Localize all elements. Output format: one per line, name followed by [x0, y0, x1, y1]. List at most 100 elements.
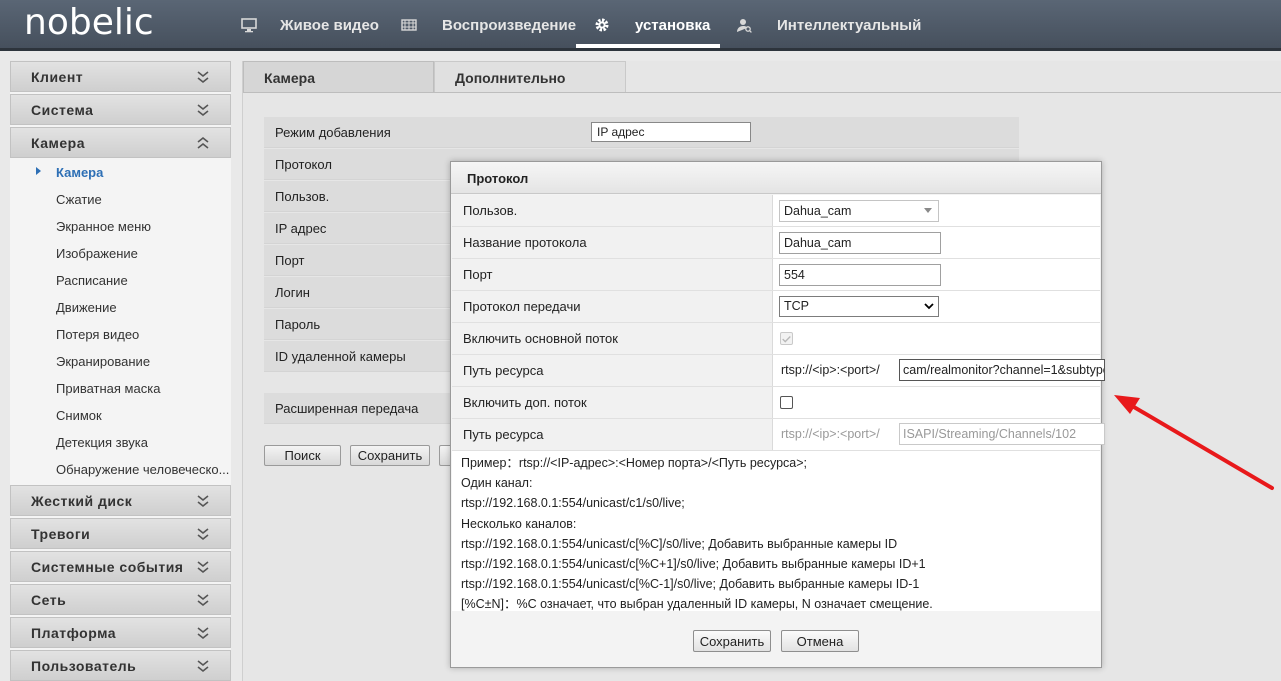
- path-prefix: rtsp://<ip>:<port>/: [781, 363, 880, 377]
- dropdown-arrow-icon: [924, 208, 932, 213]
- transport-value: TCP: [784, 299, 809, 313]
- annotation-arrow-icon: [1114, 395, 1274, 490]
- sidebar-item-privacy-mask[interactable]: Приватная маска: [56, 381, 231, 396]
- row-label: Название протокола: [452, 227, 773, 258]
- user-combo-value: Dahua_cam: [784, 204, 852, 218]
- chevron-down-icon: [197, 71, 209, 84]
- sidebar-section-platform[interactable]: Платформа: [10, 617, 231, 648]
- sidebar-item-motion[interactable]: Движение: [56, 300, 231, 315]
- protocol-dialog: Протокол Пользов. Dahua_cam Название про…: [450, 161, 1105, 668]
- sidebar-item-schedule[interactable]: Расписание: [56, 273, 231, 288]
- protocol-name-input[interactable]: Dahua_cam: [779, 232, 941, 254]
- sidebar-section-network[interactable]: Сеть: [10, 584, 231, 615]
- chevron-up-icon: [197, 136, 209, 149]
- dialog-row-protocol-name: Название протокола Dahua_cam: [452, 227, 1100, 259]
- transport-select[interactable]: TCP: [779, 296, 939, 317]
- example-line: [%C±N]：%C означает, что выбран удаленный…: [461, 597, 933, 612]
- chevron-down-icon: [197, 627, 209, 640]
- section-label: Системные события: [31, 559, 184, 575]
- sidebar-item-camera[interactable]: Камера: [56, 165, 231, 180]
- dialog-cancel-button[interactable]: Отмена: [781, 630, 859, 652]
- chevron-down-icon: [197, 561, 209, 574]
- example-line: rtsp://192.168.0.1:554/unicast/c1/s0/liv…: [461, 496, 685, 511]
- dialog-row-path1: Путь ресурса rtsp://<ip>:<port>/ cam/rea…: [452, 355, 1105, 387]
- nav-live-video[interactable]: Живое видео: [280, 0, 379, 51]
- dialog-save-button[interactable]: Сохранить: [693, 630, 771, 652]
- chevron-down-icon: [197, 528, 209, 541]
- check-icon: [782, 336, 791, 343]
- film-icon: [401, 19, 417, 31]
- chevron-down-icon: [197, 495, 209, 508]
- sidebar-section-alarms[interactable]: Тревоги: [10, 518, 231, 549]
- sidebar-item-osd[interactable]: Экранное меню: [56, 219, 231, 234]
- form-label: ID удаленной камеры: [275, 349, 406, 364]
- form-label: Пользов.: [275, 189, 330, 204]
- sidebar-section-hdd[interactable]: Жесткий диск: [10, 485, 231, 516]
- dialog-row-transport: Протокол передачи TCP: [452, 291, 1100, 323]
- top-bar: nobelic Живое видео Воспроизведение уста…: [0, 0, 1281, 51]
- person-search-icon: [737, 19, 752, 33]
- form-label: IP адрес: [275, 221, 327, 236]
- save-button[interactable]: Сохранить: [350, 445, 430, 466]
- main-stream-checkbox[interactable]: [780, 332, 793, 345]
- dialog-row-sub-stream: Включить доп. поток: [452, 387, 1100, 419]
- sub-resource-path-input[interactable]: ISAPI/Streaming/Channels/102: [899, 423, 1105, 445]
- sidebar-item-audio-detection[interactable]: Детекция звука: [56, 435, 231, 450]
- row-label: Включить доп. поток: [452, 387, 773, 418]
- dialog-row-port: Порт 554: [452, 259, 1100, 291]
- add-mode-select[interactable]: IP адрес: [591, 122, 751, 142]
- user-combo[interactable]: Dahua_cam: [779, 200, 939, 222]
- section-label: Система: [31, 102, 94, 118]
- example-line: Несколько каналов:: [461, 516, 577, 531]
- sidebar: Клиент Система Камера Камера Сжатие Экра…: [10, 61, 231, 681]
- example-line: Один канал:: [461, 476, 533, 491]
- form-label: Пароль: [275, 317, 321, 332]
- nav-active-indicator: [576, 44, 720, 48]
- sub-stream-checkbox[interactable]: [780, 396, 793, 409]
- sidebar-item-tampering[interactable]: Экранирование: [56, 354, 231, 369]
- form-label: Логин: [275, 285, 310, 300]
- example-text: Пример：rtsp://<IP-адрес>:<Номер порта>/<…: [452, 451, 1100, 611]
- example-line: rtsp://192.168.0.1:554/unicast/c[%C-1]/s…: [461, 577, 920, 592]
- section-label: Жесткий диск: [31, 493, 133, 509]
- section-label: Платформа: [31, 625, 117, 641]
- sidebar-item-video-loss[interactable]: Потеря видео: [56, 327, 231, 342]
- tab-advanced[interactable]: Дополнительно: [434, 61, 626, 93]
- chevron-down-icon: [197, 104, 209, 117]
- tab-camera[interactable]: Камера: [243, 61, 434, 93]
- gear-icon: [595, 18, 609, 32]
- nav-intelligent[interactable]: Интеллектуальный: [777, 0, 921, 51]
- sidebar-item-image[interactable]: Изображение: [56, 246, 231, 261]
- resource-path-input[interactable]: cam/realmonitor?channel=1&subtype=0: [899, 359, 1105, 381]
- active-item-arrow-icon: [36, 167, 41, 175]
- search-button[interactable]: Поиск: [264, 445, 341, 466]
- example-line: Пример：rtsp://<IP-адрес>:<Номер порта>/<…: [461, 456, 808, 470]
- sidebar-item-compression[interactable]: Сжатие: [56, 192, 231, 207]
- dialog-row-user: Пользов. Dahua_cam: [452, 195, 1100, 227]
- row-label: Пользов.: [452, 195, 773, 226]
- chevron-down-icon: [197, 594, 209, 607]
- sidebar-section-user[interactable]: Пользователь: [10, 650, 231, 681]
- sidebar-section-system[interactable]: Система: [10, 94, 231, 125]
- dialog-title: Протокол: [451, 162, 1101, 194]
- nav-playback[interactable]: Воспроизведение: [442, 0, 576, 51]
- form-label: Порт: [275, 253, 305, 268]
- chevron-down-icon: [197, 660, 209, 673]
- section-label: Тревоги: [31, 526, 91, 542]
- row-label: Путь ресурса: [452, 419, 773, 450]
- sidebar-item-snapshot[interactable]: Снимок: [56, 408, 231, 423]
- sidebar-item-human-detection[interactable]: Обнаружение человеческо...: [56, 462, 231, 477]
- dialog-row-main-stream: Включить основной поток: [452, 323, 1100, 355]
- sidebar-section-client[interactable]: Клиент: [10, 61, 231, 92]
- section-label: Камера: [31, 135, 85, 151]
- row-label: Порт: [452, 259, 773, 290]
- section-label: Клиент: [31, 69, 84, 85]
- form-label: Протокол: [275, 157, 332, 172]
- row-label: Путь ресурса: [452, 355, 773, 386]
- example-line: rtsp://192.168.0.1:554/unicast/c[%C+1]/s…: [461, 557, 926, 572]
- port-input[interactable]: 554: [779, 264, 941, 286]
- path-prefix: rtsp://<ip>:<port>/: [781, 427, 880, 441]
- sidebar-section-camera[interactable]: Камера: [10, 127, 231, 158]
- example-line: rtsp://192.168.0.1:554/unicast/c[%C]/s0/…: [461, 536, 898, 551]
- sidebar-section-system-events[interactable]: Системные события: [10, 551, 231, 582]
